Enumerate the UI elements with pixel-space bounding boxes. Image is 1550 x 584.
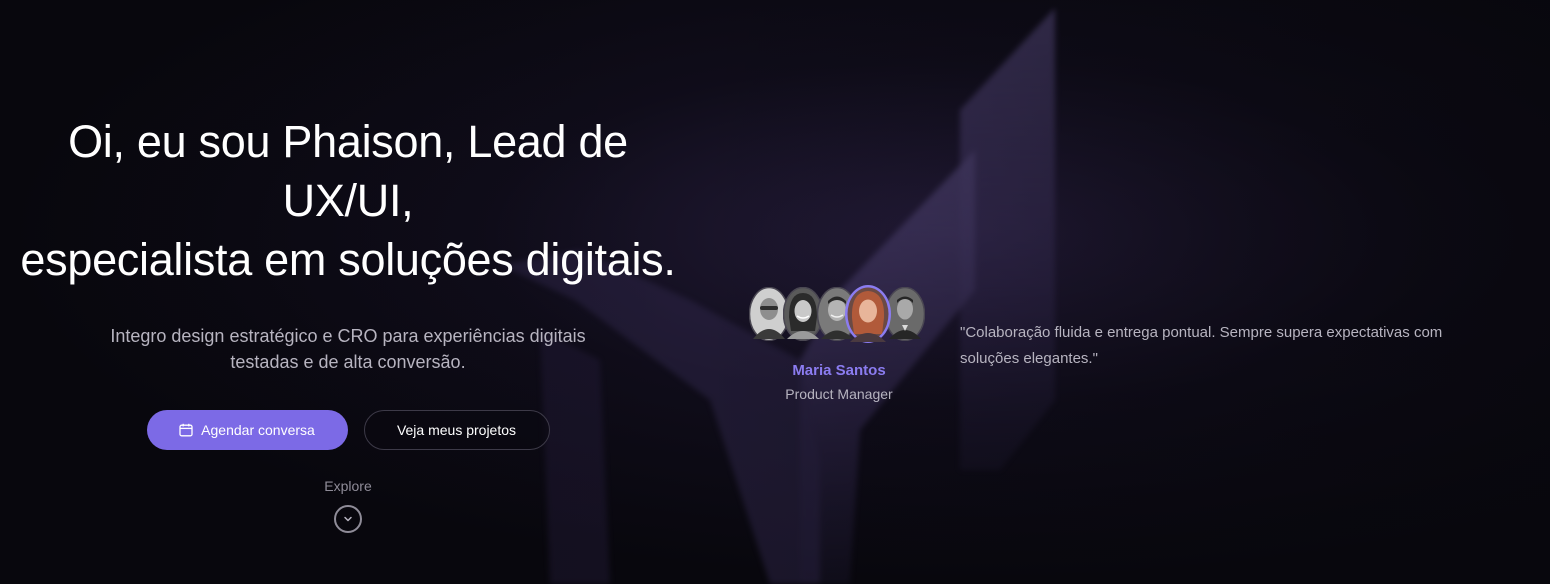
calendar-icon: [179, 423, 193, 437]
explore-label: Explore: [324, 478, 372, 494]
view-projects-button[interactable]: Veja meus projetos: [363, 410, 550, 450]
headline-line-2: UX/UI,: [282, 175, 414, 226]
hero-actions: Agendar conversa Veja meus projetos: [0, 410, 696, 450]
hero-subtitle: Integro design estratégico e CRO para ex…: [110, 326, 586, 372]
explore-scroll-button[interactable]: [334, 505, 362, 533]
schedule-call-button[interactable]: Agendar conversa: [146, 410, 348, 450]
testimonial-name: Maria Santos: [792, 362, 886, 379]
avatar-4-active[interactable]: [844, 284, 892, 344]
testimonial-quote: "Colaboração fluida e entrega pontual. S…: [960, 324, 1443, 367]
schedule-call-label: Agendar conversa: [201, 422, 315, 438]
testimonial-avatars: [749, 284, 931, 344]
headline-line-1: Oi, eu sou Phaison, Lead de: [68, 116, 628, 167]
hero-intro: Oi, eu sou Phaison, Lead de UX/UI, espec…: [0, 112, 696, 450]
headline-line-3: especialista em soluções digitais.: [20, 234, 676, 285]
hero-section: Oi, eu sou Phaison, Lead de UX/UI, espec…: [0, 0, 1550, 584]
page-title: Oi, eu sou Phaison, Lead de UX/UI, espec…: [0, 112, 696, 289]
testimonial-role: Product Manager: [785, 386, 893, 402]
chevron-down-icon: [344, 516, 352, 522]
explore-section: Explore: [0, 478, 696, 533]
avatar-4-image: [845, 285, 891, 343]
view-projects-label: Veja meus projetos: [396, 422, 517, 438]
